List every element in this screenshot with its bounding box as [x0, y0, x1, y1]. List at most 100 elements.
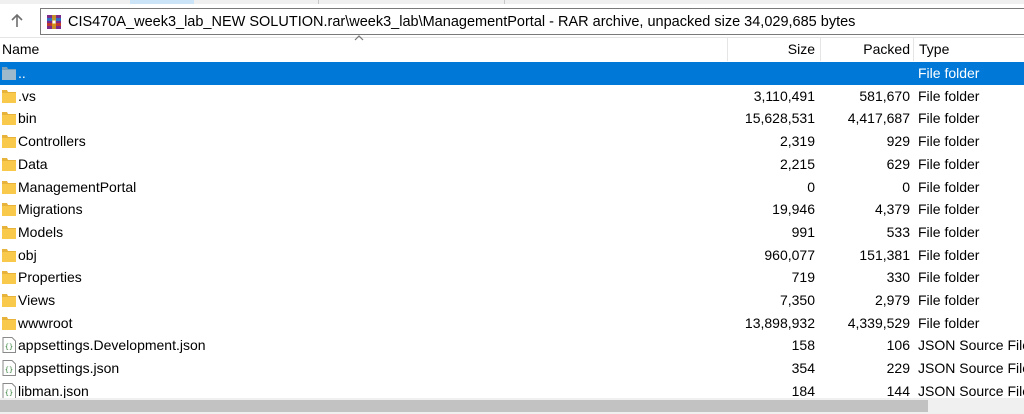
column-header-name[interactable]: Name [2, 38, 39, 61]
list-item[interactable]: .. File folder [0, 62, 1024, 85]
file-size: 960,077 [764, 246, 815, 263]
file-size: 2,215 [779, 155, 815, 172]
svg-text:{}: {} [5, 366, 13, 374]
file-name: Views [18, 292, 56, 308]
column-header-size[interactable]: Size [788, 38, 815, 61]
file-type: File folder [918, 292, 980, 308]
file-size: 158 [791, 337, 815, 354]
column-divider[interactable] [727, 38, 728, 61]
list-item[interactable]: wwwroot 13,898,932 4,339,529 File folder [0, 312, 1024, 335]
file-size: 13,898,932 [744, 314, 815, 331]
file-type: JSON Source File [918, 360, 1024, 377]
folder-icon [2, 224, 16, 240]
file-packed-size: 4,379 [874, 201, 910, 218]
file-type: File folder [918, 178, 980, 195]
file-packed-size: 2,979 [874, 292, 910, 308]
column-header-type[interactable]: Type [919, 38, 949, 61]
column-header: Name Size Packed Type [0, 35, 1024, 61]
archive-path: CIS470A_week3_lab_NEW SOLUTION.rar\week3… [68, 13, 856, 30]
file-size: 19,946 [772, 201, 815, 218]
file-list: .. File folder .vs 3,110,491 581,670 File fol… [0, 62, 1024, 398]
file-name: .. [18, 65, 26, 81]
file-type: File folder [918, 269, 980, 286]
address-field[interactable]: CIS470A_week3_lab_NEW SOLUTION.rar\week3… [40, 8, 1024, 35]
list-item[interactable]: ManagementPortal 0 0 File folder [0, 176, 1024, 199]
file-packed-size: 330 [886, 269, 910, 286]
file-name: Controllers [18, 133, 86, 150]
arrow-up-icon [11, 13, 23, 27]
file-name: Models [18, 223, 64, 240]
list-item[interactable]: Models 991 533 File folder [0, 221, 1024, 244]
scrollbar-thumb[interactable] [0, 400, 928, 412]
file-name: appsettings.Development.json [18, 337, 206, 354]
list-item[interactable]: Data 2,215 629 File folder [0, 153, 1024, 176]
file-packed-size: 229 [886, 360, 910, 377]
file-size: 2,319 [779, 133, 815, 150]
file-packed-size: 4,339,529 [847, 314, 910, 331]
file-packed-size: 929 [886, 133, 910, 150]
file-size: 354 [791, 360, 815, 377]
file-name: obj [18, 246, 37, 263]
file-type: File folder [918, 65, 980, 81]
column-divider[interactable] [913, 38, 914, 61]
folder-icon [2, 201, 16, 217]
file-size: 3,110,491 [753, 87, 815, 104]
file-name: ManagementPortal [18, 178, 137, 195]
file-name: bin [18, 110, 37, 127]
file-packed-size: 106 [886, 337, 910, 354]
file-size: 7,350 [779, 292, 815, 308]
file-name: Data [18, 155, 48, 172]
list-item[interactable]: obj 960,077 151,381 File folder [0, 244, 1024, 267]
list-item[interactable]: Migrations 19,946 4,379 File folder [0, 198, 1024, 221]
list-item[interactable]: Views 7,350 2,979 File folder [0, 289, 1024, 312]
file-packed-size: 144 [886, 382, 910, 398]
sort-ascending-icon [354, 35, 364, 41]
file-packed-size: 533 [886, 223, 910, 240]
file-name: .vs [18, 87, 36, 104]
folder-icon [2, 292, 16, 308]
svg-text:{}: {} [5, 389, 13, 397]
address-bar-row: CIS470A_week3_lab_NEW SOLUTION.rar\week3… [0, 4, 1024, 38]
file-type: JSON Source File [918, 382, 1024, 398]
folder-icon [2, 110, 16, 126]
file-type: File folder [918, 133, 980, 150]
file-packed-size: 4,417,687 [847, 110, 910, 127]
file-type: File folder [918, 110, 980, 127]
list-item[interactable]: Properties 719 330 File folder [0, 266, 1024, 289]
json-file-icon: {} [2, 382, 16, 398]
file-size: 0 [807, 178, 815, 195]
list-item[interactable]: .vs 3,110,491 581,670 File folder [0, 85, 1024, 108]
file-name: libman.json [18, 382, 89, 398]
folder-icon [2, 179, 16, 195]
file-packed-size: 581,670 [859, 87, 910, 104]
list-item[interactable]: {} appsettings.Development.json 158 106 JSON… [0, 334, 1024, 357]
file-size: 991 [791, 223, 815, 240]
file-size: 15,628,531 [744, 110, 815, 127]
file-type: File folder [918, 246, 980, 263]
json-file-icon: {} [2, 337, 16, 354]
file-name: Migrations [18, 201, 83, 218]
json-file-icon: {} [2, 360, 16, 377]
file-name: Properties [18, 269, 82, 286]
file-name: wwwroot [18, 314, 73, 331]
folder-icon [2, 133, 16, 149]
folder-icon [2, 269, 16, 285]
file-packed-size: 151,381 [859, 246, 910, 263]
list-item[interactable]: {} appsettings.json 354 229 JSON Source File [0, 357, 1024, 380]
list-item[interactable]: {} libman.json 184 144 JSON Source File [0, 380, 1024, 398]
horizontal-scrollbar[interactable] [0, 398, 1024, 414]
file-type: File folder [918, 201, 980, 218]
up-one-level-button[interactable] [4, 8, 30, 34]
folder-icon [2, 247, 16, 263]
list-item[interactable]: bin 15,628,531 4,417,687 File folder [0, 107, 1024, 130]
file-packed-size: 0 [902, 178, 910, 195]
folder-icon [2, 315, 16, 331]
svg-text:{}: {} [5, 343, 13, 351]
parent-folder-icon [2, 65, 16, 81]
list-item[interactable]: Controllers 2,319 929 File folder [0, 130, 1024, 153]
column-header-packed[interactable]: Packed [863, 38, 910, 61]
file-name: appsettings.json [18, 360, 120, 377]
column-divider[interactable] [820, 38, 821, 61]
folder-icon [2, 156, 16, 172]
file-size: 184 [791, 382, 815, 398]
